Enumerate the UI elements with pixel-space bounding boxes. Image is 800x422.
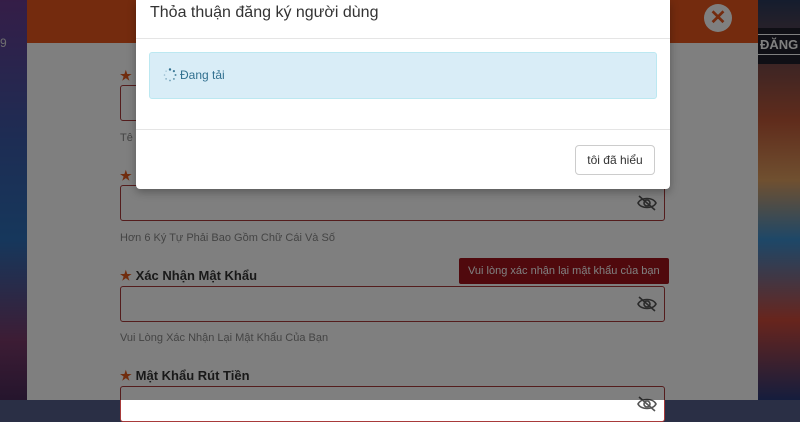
- modal-footer-divider: [136, 129, 670, 130]
- user-agreement-modal: Thỏa thuận đăng ký người dùng Đang tải t…: [136, 0, 670, 189]
- modal-header-divider: [136, 38, 670, 39]
- spinner-icon: [163, 68, 177, 82]
- understood-button[interactable]: tôi đã hiểu: [575, 145, 655, 175]
- loading-alert: Đang tải: [149, 52, 657, 99]
- loading-text: Đang tải: [180, 68, 225, 82]
- modal-title: Thỏa thuận đăng ký người dùng: [150, 4, 379, 21]
